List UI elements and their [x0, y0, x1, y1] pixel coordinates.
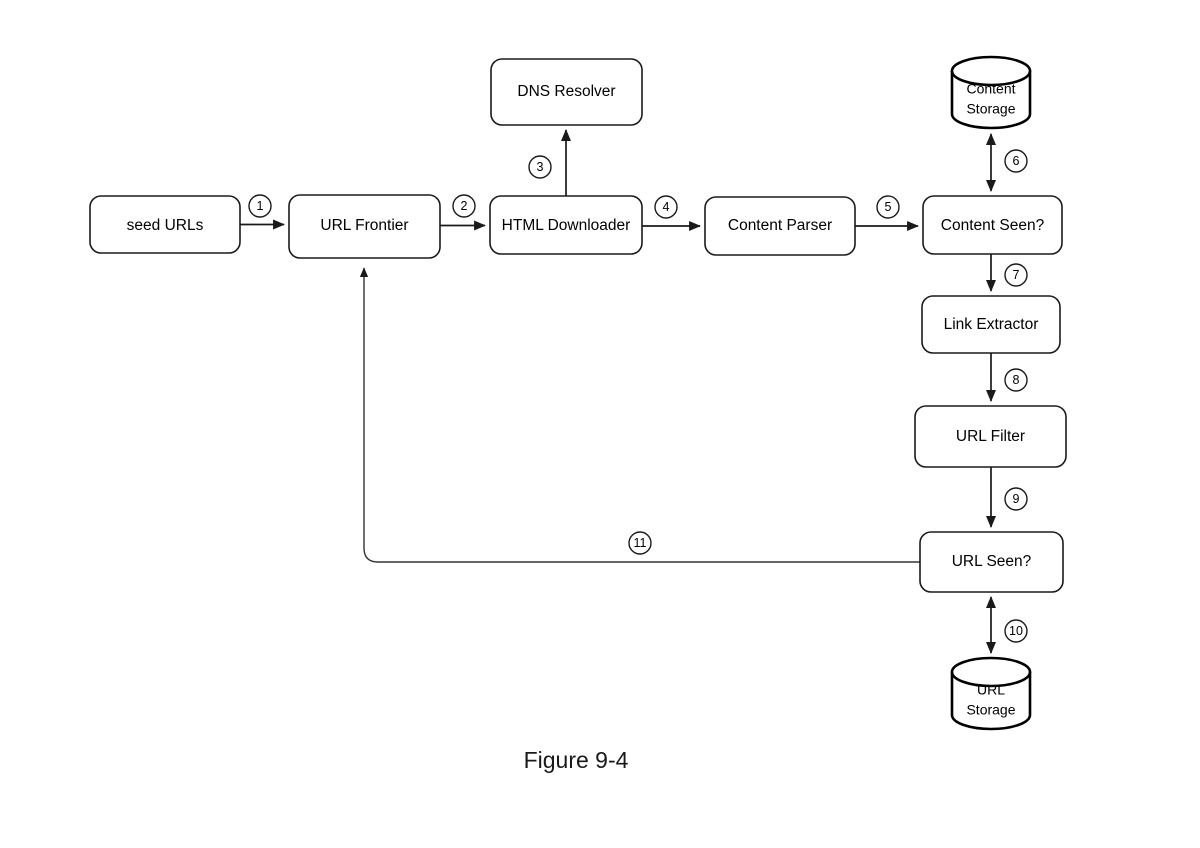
step-badge-11: 11 [628, 531, 652, 555]
datastore-content-storage[interactable]: Content Storage [950, 55, 1032, 130]
node-url-filter-label: URL Filter [956, 428, 1025, 445]
step-badge-3-label: 3 [537, 160, 544, 174]
node-content-seen-label: Content Seen? [941, 217, 1045, 234]
step-badge-1-label: 1 [257, 199, 264, 213]
web-crawler-diagram: seed URLs URL Frontier DNS Resolver HTML… [89, 55, 1067, 773]
node-seed-urls-label: seed URLs [127, 217, 204, 234]
step-badge-2: 2 [452, 194, 476, 218]
step-badge-4: 4 [654, 195, 678, 219]
node-dns-resolver[interactable]: DNS Resolver [490, 58, 643, 126]
url-storage-label-line2: Storage [966, 702, 1015, 718]
node-dns-resolver-label: DNS Resolver [517, 83, 615, 100]
step-badge-5-label: 5 [885, 200, 892, 214]
content-storage-label-line2: Storage [966, 101, 1015, 117]
node-html-downloader-label: HTML Downloader [502, 217, 631, 234]
node-link-extractor-label: Link Extractor [944, 316, 1039, 333]
node-content-parser[interactable]: Content Parser [704, 196, 856, 256]
step-badge-9-label: 9 [1013, 492, 1020, 506]
node-html-downloader[interactable]: HTML Downloader [489, 195, 643, 255]
node-content-seen[interactable]: Content Seen? [922, 195, 1063, 255]
step-badge-2-label: 2 [461, 199, 468, 213]
step-badge-6: 6 [1004, 149, 1028, 173]
edge-line-11 [359, 267, 920, 563]
step-badge-4-label: 4 [663, 200, 670, 214]
step-badge-10-label: 10 [1009, 624, 1023, 638]
step-badge-6-label: 6 [1013, 154, 1020, 168]
node-link-extractor[interactable]: Link Extractor [921, 295, 1061, 354]
node-url-seen-label: URL Seen? [952, 553, 1032, 570]
figure-caption: Figure 9-4 [524, 747, 629, 773]
step-badge-3: 3 [528, 155, 552, 179]
node-url-frontier-label: URL Frontier [320, 217, 408, 234]
node-url-seen[interactable]: URL Seen? [919, 531, 1064, 593]
step-badge-7-label: 7 [1013, 268, 1020, 282]
step-badge-10: 10 [1004, 619, 1028, 643]
node-url-frontier[interactable]: URL Frontier [288, 194, 441, 259]
step-badge-11-label: 11 [634, 536, 647, 550]
url-storage-label-line1: URL [977, 682, 1005, 698]
step-badge-1: 1 [248, 194, 272, 218]
step-badge-8: 8 [1004, 368, 1028, 392]
step-badge-5: 5 [876, 195, 900, 219]
step-badge-9: 9 [1004, 487, 1028, 511]
node-seed-urls[interactable]: seed URLs [89, 195, 241, 254]
step-badge-7: 7 [1004, 263, 1028, 287]
content-storage-label-line1: Content [966, 81, 1015, 97]
step-badge-8-label: 8 [1013, 373, 1020, 387]
datastore-url-storage[interactable]: URL Storage [950, 656, 1032, 731]
node-url-filter[interactable]: URL Filter [914, 405, 1067, 468]
diagram-canvas: seed URLs URL Frontier DNS Resolver HTML… [0, 0, 1200, 848]
node-content-parser-label: Content Parser [728, 217, 832, 234]
edge-url-seen-to-url-frontier-feedback [359, 267, 920, 563]
